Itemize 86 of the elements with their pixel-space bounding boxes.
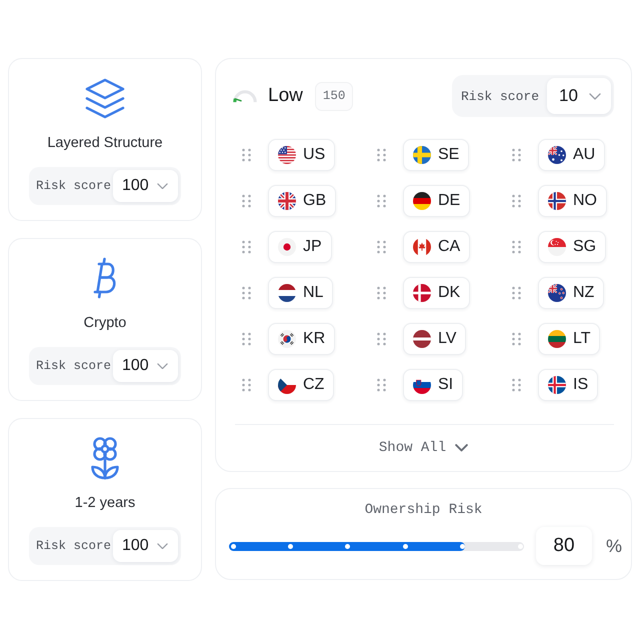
country-chip[interactable]: SG [538, 231, 606, 263]
country-chip[interactable]: CZ [268, 369, 334, 401]
drag-handle-icon[interactable] [512, 378, 521, 392]
drag-handle-icon[interactable] [242, 332, 251, 346]
slider-step-icon [460, 544, 466, 548]
country-chip[interactable]: NO [538, 185, 607, 217]
risk-score-control[interactable]: Risk score 100 [29, 167, 181, 205]
country-chip[interactable]: IS [538, 369, 598, 401]
slider-track[interactable] [229, 542, 524, 550]
drag-handle-icon[interactable] [512, 286, 521, 300]
risk-score-control[interactable]: Risk score 10 [452, 75, 614, 117]
risk-score-select[interactable]: 10 [547, 78, 611, 114]
chevron-down-icon [157, 362, 168, 370]
country-chip[interactable]: NL [268, 277, 334, 309]
country-chip[interactable]: JP [268, 231, 332, 263]
category-title: 1-2 years [74, 494, 136, 512]
risk-score-label: Risk score [36, 539, 112, 553]
risk-score-select[interactable]: 100 [113, 530, 178, 562]
slider-step-icon [288, 544, 293, 548]
british-flag-icon [278, 192, 296, 210]
chevron-down-icon [589, 92, 601, 100]
slider-step-icon [230, 544, 236, 548]
risk-score-label: Risk score [36, 359, 112, 373]
drag-handle-icon[interactable] [242, 286, 251, 300]
japanese-flag-icon [278, 238, 296, 256]
dutch-flag-icon [278, 284, 296, 302]
risk-score-label: Risk score [461, 88, 540, 104]
risk-score-label: Risk score [36, 179, 112, 193]
risk-rating-label: Low [268, 85, 303, 107]
australian-flag-icon [548, 146, 566, 164]
risk-score-control[interactable]: Risk score 100 [29, 527, 181, 565]
drag-handle-icon[interactable] [377, 194, 386, 208]
drag-handle-icon[interactable] [377, 148, 386, 162]
drag-handle-icon[interactable] [377, 240, 386, 254]
drag-handle-icon[interactable] [242, 378, 251, 392]
country-chip[interactable]: DE [403, 185, 470, 217]
german-flag-icon [413, 192, 431, 210]
danish-flag-icon [413, 284, 431, 302]
singapore-flag-icon [548, 238, 566, 256]
swedish-flag-icon [413, 146, 431, 164]
new-zealand-flag-icon [548, 284, 566, 302]
drag-handle-icon[interactable] [512, 194, 521, 208]
drag-handle-icon[interactable] [512, 148, 521, 162]
ownership-risk-title: Ownership Risk [364, 502, 484, 518]
lithuanian-flag-icon [548, 330, 566, 348]
chevron-down-icon [157, 182, 168, 190]
drag-handle-icon[interactable] [512, 332, 521, 346]
slider-step-icon [402, 544, 408, 548]
show-all-button[interactable]: Show All [374, 438, 472, 458]
country-chip[interactable]: LV [403, 323, 466, 355]
flower-icon [88, 436, 122, 480]
country-chip[interactable]: SE [403, 139, 470, 171]
drag-handle-icon[interactable] [242, 148, 251, 162]
drag-handle-icon[interactable] [377, 332, 386, 346]
country-chip[interactable]: LT [538, 323, 600, 355]
korean-flag-icon [278, 330, 296, 348]
country-chip[interactable]: SI [403, 369, 464, 401]
country-chip[interactable]: CA [403, 231, 470, 263]
latvian-flag-icon [413, 330, 431, 348]
category-title: Crypto [84, 314, 126, 332]
chevron-down-icon [157, 542, 168, 550]
percent-unit: % [606, 536, 622, 556]
drag-handle-icon[interactable] [242, 240, 251, 254]
risk-score-select[interactable]: 100 [113, 170, 178, 202]
norwegian-flag-icon [548, 192, 566, 210]
drag-handle-icon[interactable] [512, 240, 521, 254]
canadian-flag-icon [413, 238, 431, 256]
score-badge: 150 [314, 82, 354, 110]
slider-step-icon [345, 544, 350, 548]
country-chip[interactable]: NZ [538, 277, 604, 309]
risk-score-select[interactable]: 100 [113, 350, 178, 382]
icelandic-flag-icon [548, 376, 566, 394]
czech-flag-icon [278, 376, 296, 394]
country-chip[interactable]: DK [403, 277, 470, 309]
country-chip[interactable]: GB [268, 185, 336, 217]
american-flag-icon [278, 146, 296, 164]
chevron-down-icon [455, 444, 468, 452]
country-chip[interactable]: AU [538, 139, 606, 171]
country-chip[interactable]: KR [268, 323, 336, 355]
category-title: Layered Structure [47, 134, 163, 152]
drag-handle-icon[interactable] [377, 286, 386, 300]
country-chip[interactable]: US [268, 139, 336, 171]
drag-handle-icon[interactable] [242, 194, 251, 208]
risk-score-control[interactable]: Risk score 100 [29, 347, 181, 385]
drag-handle-icon[interactable] [377, 378, 386, 392]
percent-input[interactable]: 80 [536, 527, 592, 565]
